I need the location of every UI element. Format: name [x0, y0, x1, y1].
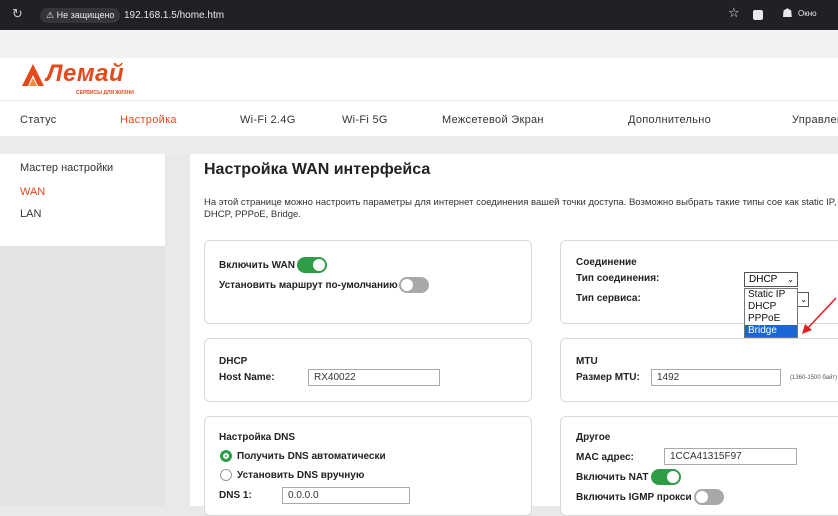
connection-type-label: Тип соединения: [576, 273, 660, 284]
logo-icon [22, 64, 44, 86]
igmp-toggle[interactable] [694, 489, 724, 505]
dns-heading: Настройка DNS [219, 432, 296, 443]
mtu-hint: (1360-1500 байт) [790, 375, 838, 381]
dns-manual-label: Установить DNS вручную [237, 470, 365, 481]
sidebar-item-wizard[interactable]: Мастер настройки [20, 162, 113, 174]
connection-heading: Соединение [576, 257, 637, 268]
dns1-input[interactable]: 0.0.0.0 [282, 487, 410, 504]
default-route-toggle[interactable] [399, 277, 429, 293]
host-name-label: Host Name: [219, 372, 275, 383]
browser-toolbar: ↻ ⚠ Не защищено 192.168.1.5/home.htm ☆ ☗… [0, 0, 838, 30]
sidebar-item-lan[interactable]: LAN [20, 208, 41, 220]
nat-toggle[interactable] [651, 469, 681, 485]
incognito-icon[interactable]: ☗ [782, 6, 793, 20]
igmp-label: Включить IGMP прокси [576, 492, 692, 503]
dns1-label: DNS 1: [219, 490, 252, 501]
security-label: Не защищено [56, 10, 115, 20]
bookmark-star-icon[interactable]: ☆ [728, 6, 740, 21]
profile-label[interactable]: Окно [798, 9, 817, 18]
page-description: На этой странице можно настроить парамет… [204, 197, 837, 220]
nav-wifi-5[interactable]: Wi-Fi 5G [342, 114, 388, 126]
service-type-label: Тип сервиса: [576, 293, 641, 304]
other-heading: Другое [576, 432, 611, 443]
dns-auto-label: Получить DNS автоматически [237, 451, 386, 462]
address-bar[interactable]: 192.168.1.5/home.htm [124, 8, 224, 23]
nav-status[interactable]: Статус [20, 114, 57, 126]
logo-tagline: СЕРВИСЫ ДЛЯ ЖИЗНИ [76, 90, 134, 96]
annotation-arrow-icon [802, 297, 837, 334]
connection-type-dropdown: Static IP DHCP PPPoE Bridge [744, 288, 798, 338]
mac-label: MAC адрес: [576, 452, 634, 463]
logo-text: Лемай [46, 60, 125, 87]
reload-icon[interactable]: ↻ [12, 7, 23, 22]
nav-settings[interactable]: Настройка [120, 114, 177, 126]
chevron-down-icon: ⌄ [787, 275, 794, 284]
default-route-label: Установить маршрут по-умолчанию [219, 280, 398, 291]
dns-auto-radio[interactable] [220, 450, 232, 462]
security-badge[interactable]: ⚠ Не защищено [40, 8, 121, 23]
nat-label: Включить NAT [576, 472, 649, 483]
nav-wifi-24[interactable]: Wi-Fi 2.4G [240, 114, 296, 126]
mtu-heading: MTU [576, 356, 598, 367]
mac-input[interactable]: 1CCA41315F97 [664, 448, 797, 465]
sidebar-background [0, 246, 165, 506]
side-panel-icon[interactable] [753, 10, 763, 20]
page-top-gap [0, 30, 838, 58]
nav-advanced[interactable]: Дополнительно [628, 114, 711, 126]
enable-wan-label: Включить WAN [219, 260, 295, 271]
option-static-ip[interactable]: Static IP [745, 289, 797, 301]
option-pppoe[interactable]: PPPoE [745, 313, 797, 325]
enable-wan-toggle[interactable] [297, 257, 327, 273]
dhcp-heading: DHCP [219, 356, 248, 367]
nav-separator [0, 136, 838, 154]
host-name-input[interactable]: RX40022 [308, 369, 440, 386]
option-bridge[interactable]: Bridge [745, 325, 797, 337]
connection-type-select[interactable]: DHCP ⌄ [744, 272, 798, 287]
dns-manual-radio[interactable] [220, 469, 232, 481]
nav-firewall[interactable]: Межсетевой Экран [442, 114, 544, 126]
connection-type-value: DHCP [749, 274, 778, 285]
sidebar-item-wan[interactable]: WAN [20, 186, 45, 198]
nav-management[interactable]: Управлен [792, 114, 838, 126]
option-dhcp[interactable]: DHCP [745, 301, 797, 313]
mtu-size-input[interactable]: 1492 [651, 369, 781, 386]
page-title: Настройка WAN интерфейса [204, 161, 431, 178]
mtu-size-label: Размер MTU: [576, 372, 640, 383]
